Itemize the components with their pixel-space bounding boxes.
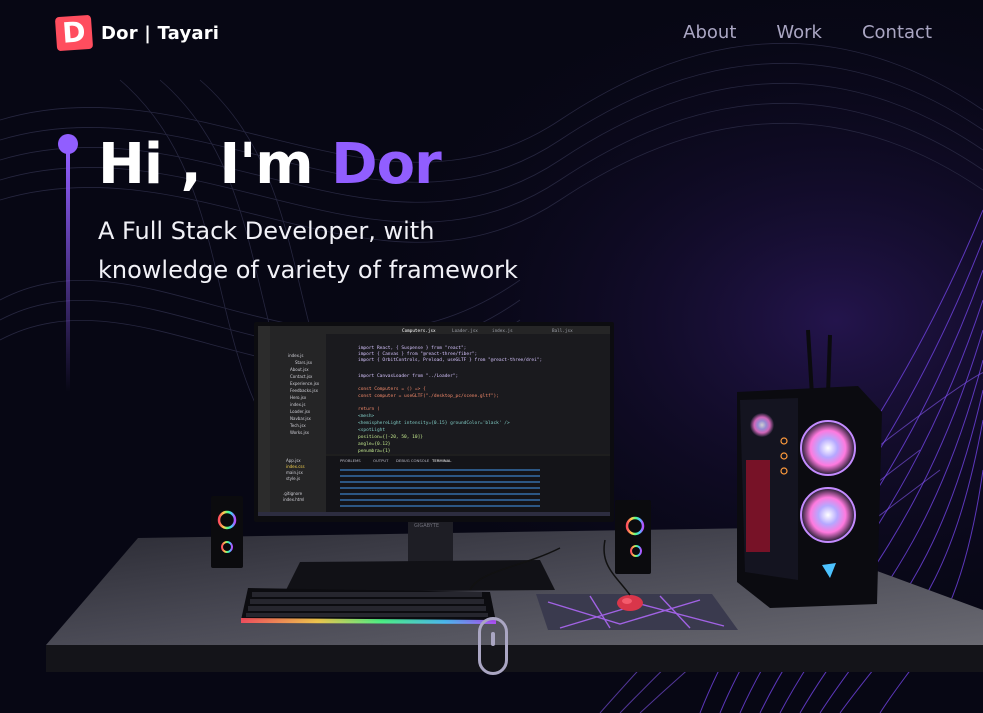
code-line: import React, { Suspense } from "react";	[358, 345, 466, 351]
scroll-indicator[interactable]	[478, 617, 508, 675]
file-tree-item[interactable]: Experience.jsx	[290, 381, 320, 386]
hero-name: Dor	[331, 132, 442, 197]
nav-link-about[interactable]: About	[683, 22, 736, 43]
code-line: <spotLight	[358, 427, 385, 433]
editor-tab[interactable]: Loader.jsx	[452, 328, 478, 334]
file-tree-item[interactable]: index.js	[290, 402, 305, 407]
file-tree-item[interactable]: Contact.jsx	[290, 374, 313, 379]
hero-subtitle-line1: A Full Stack Developer, with	[98, 217, 435, 245]
editor-tab[interactable]: Computers.jsx	[402, 328, 436, 334]
panel-tab[interactable]: PROBLEMS	[340, 458, 361, 463]
code-line: <mesh>	[358, 413, 375, 419]
file-tree-item[interactable]: Tech.jsx	[289, 423, 306, 428]
navbar: D Dor | Tayari About Work Contact	[0, 0, 983, 70]
hero-greeting: Hi , I'm	[98, 132, 314, 197]
code-line: const computer = useGLTF("./desktop_pc/s…	[358, 393, 499, 399]
speaker-left	[211, 496, 243, 568]
file-tree-item[interactable]: Stars.jsx	[295, 360, 313, 365]
panel-tab[interactable]: DEBUG CONSOLE	[396, 458, 430, 463]
pc-tower	[737, 329, 882, 608]
logo[interactable]: D Dor | Tayari	[54, 14, 220, 52]
scroll-wheel-icon	[491, 632, 495, 646]
editor-tab[interactable]: index.js	[492, 328, 513, 334]
mouse	[617, 595, 643, 611]
file-tree-item[interactable]: Feedbacks.jsx	[290, 388, 319, 393]
keyboard	[241, 588, 496, 624]
hero-subtitle-line2: knowledge of variety of framework	[98, 256, 518, 284]
hero-subtitle: A Full Stack Developer, with knowledge of…	[98, 212, 618, 290]
code-line: position={[-20, 50, 10]}	[358, 434, 423, 440]
file-tree-item[interactable]: index.css	[286, 464, 305, 469]
monitor-brand: GIGABYTE	[414, 523, 439, 529]
file-tree-item[interactable]: index.html	[283, 497, 304, 502]
code-line: import { OrbitControls, Preload, useGLTF…	[358, 357, 542, 363]
code-line: <hemisphereLight intensity={0.15} ground…	[358, 420, 510, 426]
file-tree-item[interactable]: style.js	[286, 476, 300, 481]
code-line: penumbra={1}	[358, 448, 391, 454]
editor-tab[interactable]: Ball.jsx	[552, 328, 573, 334]
file-tree-item[interactable]: App.jsx	[286, 458, 301, 463]
logo-text: Dor | Tayari	[101, 22, 220, 44]
nav-link-contact[interactable]: Contact	[862, 22, 932, 43]
code-line: angle={0.12}	[358, 441, 391, 447]
file-tree-item[interactable]: Hero.jsx	[290, 395, 307, 400]
file-tree-item[interactable]: Works.jsx	[290, 430, 310, 435]
accent-dot	[58, 134, 78, 154]
file-tree-item[interactable]: main.jsx	[286, 470, 303, 475]
hero-headline: Hi , I'm Dor	[98, 132, 442, 197]
logo-mark: D	[54, 14, 94, 52]
code-line: import CanvasLoader from "../Loader";	[358, 373, 458, 379]
file-tree-item[interactable]: .gitignore	[283, 491, 303, 496]
nav-links: About Work Contact	[683, 22, 932, 43]
speaker-right	[615, 500, 651, 574]
file-tree-item[interactable]: Navbar.jsx	[290, 416, 312, 421]
code-line: const Computers = () => {	[358, 386, 426, 392]
file-tree-item[interactable]: About.jsx	[290, 367, 309, 372]
nav-link-work[interactable]: Work	[776, 22, 822, 43]
file-tree-item[interactable]: Loader.jsx	[290, 409, 311, 414]
file-tree-item[interactable]: index.js	[288, 353, 303, 358]
code-line: return (	[358, 406, 380, 412]
code-line: import { Canvas } from "@react-three/fib…	[358, 351, 477, 357]
panel-tab[interactable]: TERMINAL	[431, 458, 452, 463]
panel-tab[interactable]: OUTPUT	[373, 458, 389, 463]
